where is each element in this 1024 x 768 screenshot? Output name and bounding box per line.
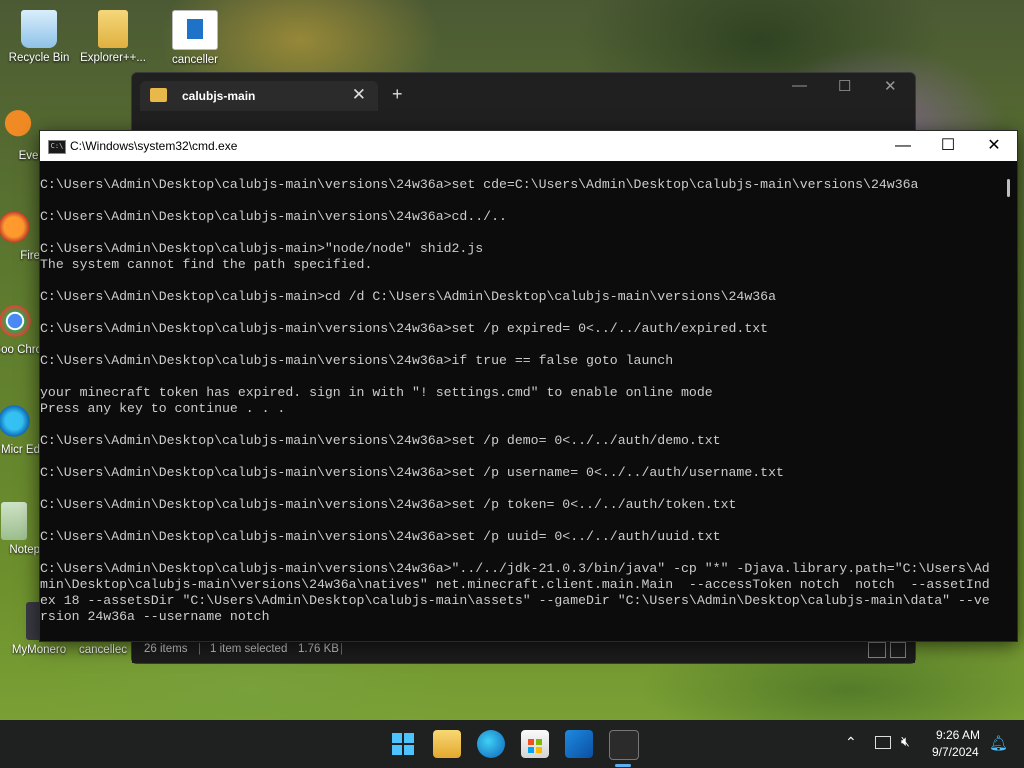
terminal-line: C:\Users\Admin\Desktop\calubjs-main\vers… bbox=[40, 353, 674, 368]
chrome-icon bbox=[0, 302, 31, 340]
cmd-close-button[interactable]: ✕ bbox=[971, 134, 1017, 158]
desktop-icon-canceller[interactable]: canceller bbox=[160, 10, 230, 66]
start-icon[interactable] bbox=[389, 730, 417, 758]
document-icon bbox=[172, 10, 218, 50]
terminal-line: ex 18 --assetsDir "C:\Users\Admin\Deskto… bbox=[40, 593, 990, 608]
desktop-icon-label: Explorer++... bbox=[80, 52, 146, 64]
cmd-window[interactable]: C:\ C:\Windows\system32\cmd.exe — ☐ ✕ C:… bbox=[39, 130, 1018, 642]
desktop-icon-recycle-bin[interactable]: Recycle Bin bbox=[4, 10, 74, 64]
volume-muted-icon[interactable]: 🔇︎ bbox=[901, 733, 910, 750]
terminal-line: min\Desktop\calubjs-main\versions\24w36a… bbox=[40, 577, 990, 592]
file-explorer-icon[interactable] bbox=[433, 730, 461, 758]
scrollbar-thumb[interactable] bbox=[1007, 179, 1010, 197]
terminal-line: Press any key to continue . . . bbox=[40, 401, 286, 416]
desktop-icon-notepad[interactable]: Notep bbox=[0, 502, 40, 556]
terminal-line: C:\Users\Admin\Desktop\calubjs-main\vers… bbox=[40, 561, 990, 576]
edge-icon bbox=[0, 402, 30, 440]
terminal-line: C:\Users\Admin\Desktop\calubjs-main\vers… bbox=[40, 433, 721, 448]
desktop-icon-label: Recycle Bin bbox=[8, 52, 70, 64]
cmd-app-icon: C:\ bbox=[48, 140, 66, 154]
terminal-line: C:\Users\Admin\Desktop\calubjs-main\vers… bbox=[40, 321, 769, 336]
desktop-icon-chrome[interactable]: Goo Chro bbox=[0, 302, 42, 357]
recycle-bin-icon bbox=[21, 10, 57, 48]
clock-date[interactable]: 9/7/2024 bbox=[932, 745, 979, 759]
desktop-icon-label: Fire bbox=[20, 250, 40, 262]
search-app-icon bbox=[1, 108, 35, 146]
explorer-tab[interactable]: calubjs-main ✕ bbox=[140, 81, 378, 111]
notepad-icon bbox=[1, 502, 27, 540]
terminal-icon[interactable] bbox=[609, 730, 639, 760]
cmd-minimize-button[interactable]: — bbox=[880, 134, 926, 158]
firefox-icon bbox=[0, 208, 30, 246]
outlook-icon[interactable] bbox=[565, 730, 593, 758]
store-icon[interactable] bbox=[521, 730, 549, 758]
new-tab-button[interactable]: + bbox=[392, 84, 403, 105]
cmd-window-title: C:\Windows\system32\cmd.exe bbox=[70, 139, 238, 153]
terminal-line: C:\Users\Admin\Desktop\calubjs-main>"nod… bbox=[40, 241, 484, 256]
desktop-icon-firefox[interactable]: Fire bbox=[0, 208, 40, 262]
desktop-icon-label: Notep bbox=[9, 544, 40, 556]
folder-icon bbox=[98, 10, 128, 48]
terminal-output[interactable]: C:\Users\Admin\Desktop\calubjs-main\vers… bbox=[40, 161, 1002, 657]
terminal-line: The system cannot find the path specifie… bbox=[40, 257, 373, 272]
explorer-minimize-button[interactable]: — bbox=[792, 77, 807, 94]
terminal-line: your minecraft token has expired. sign i… bbox=[40, 385, 713, 400]
explorer-maximize-button[interactable]: ☐ bbox=[838, 77, 851, 95]
terminal-line: rsion 24w36a --username notch bbox=[40, 609, 270, 624]
folder-icon bbox=[150, 88, 167, 102]
desktop-icon-edge[interactable]: Micr Ed bbox=[0, 402, 40, 457]
active-app-indicator bbox=[615, 764, 631, 767]
explorer-close-button[interactable]: ✕ bbox=[884, 77, 897, 95]
desktop-icon-explorer-pp[interactable]: Explorer++... bbox=[78, 10, 148, 64]
desktop-icon-label: Micr Ed bbox=[1, 444, 40, 456]
edge-icon[interactable] bbox=[477, 730, 505, 758]
terminal-line: C:\Users\Admin\Desktop\calubjs-main\vers… bbox=[40, 465, 784, 480]
cmd-maximize-button[interactable]: ☐ bbox=[925, 134, 971, 158]
cmd-title-bar[interactable]: C:\ C:\Windows\system32\cmd.exe — ☐ ✕ bbox=[40, 131, 1017, 161]
notification-bell-icon[interactable]: 🔔︎ bbox=[989, 734, 1008, 752]
desktop-icon-label: Goo Chro bbox=[0, 344, 42, 356]
desktop-icon-label: canceller bbox=[171, 54, 219, 66]
network-icon[interactable] bbox=[875, 736, 891, 749]
taskbar: ⌃ 🔇︎ 9:26 AM 9/7/2024 🔔︎ bbox=[0, 720, 1024, 768]
terminal-line: C:\Users\Admin\Desktop\calubjs-main\vers… bbox=[40, 529, 721, 544]
terminal-line: C:\Users\Admin\Desktop\calubjs-main>cd /… bbox=[40, 289, 776, 304]
explorer-tab-title: calubjs-main bbox=[182, 89, 256, 103]
close-tab-icon[interactable]: ✕ bbox=[352, 85, 366, 105]
cmd-scrollbar[interactable] bbox=[1002, 161, 1017, 641]
terminal-line: C:\Users\Admin\Desktop\calubjs-main\vers… bbox=[40, 209, 507, 224]
terminal-line: C:\Users\Admin\Desktop\calubjs-main\vers… bbox=[40, 177, 919, 192]
terminal-line: C:\Users\Admin\Desktop\calubjs-main\vers… bbox=[40, 497, 737, 512]
chevron-up-icon[interactable]: ⌃ bbox=[845, 734, 857, 751]
clock-time[interactable]: 9:26 AM bbox=[936, 728, 980, 742]
